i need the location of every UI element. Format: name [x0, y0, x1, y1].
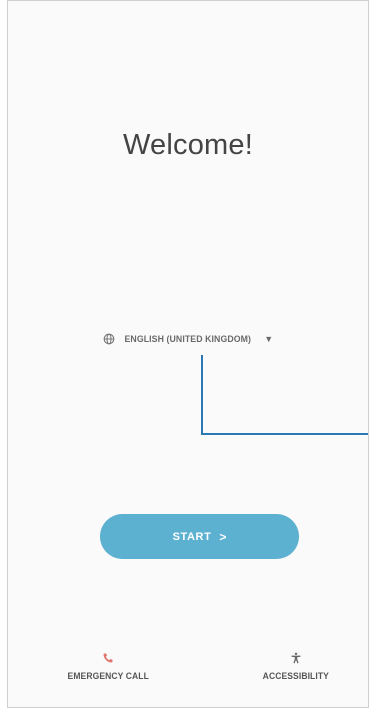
welcome-title: Welcome!: [123, 129, 253, 161]
language-label: ENGLISH (UNITED KINGDOM): [124, 333, 251, 345]
callout-line-vertical: [201, 355, 203, 435]
start-button[interactable]: START >: [100, 514, 299, 559]
callout-line-horizontal: [201, 433, 368, 435]
chevron-right-icon: >: [219, 529, 227, 544]
phone-icon: [102, 652, 114, 664]
setup-screen: Welcome! ENGLISH (UNITED KINGDOM) ▼ STAR…: [7, 0, 369, 708]
accessibility-label: ACCESSIBILITY: [262, 671, 330, 682]
language-selector[interactable]: ENGLISH (UNITED KINGDOM) ▼: [8, 333, 368, 345]
emergency-call-label: EMERGENCY CALL: [67, 671, 149, 682]
start-button-label: START: [172, 530, 212, 543]
globe-icon: [103, 333, 115, 345]
emergency-call-button[interactable]: EMERGENCY CALL: [48, 652, 168, 682]
accessibility-icon: [290, 652, 302, 664]
caret-down-icon: ▼: [264, 334, 274, 344]
accessibility-button[interactable]: ACCESSIBILITY: [241, 652, 351, 682]
